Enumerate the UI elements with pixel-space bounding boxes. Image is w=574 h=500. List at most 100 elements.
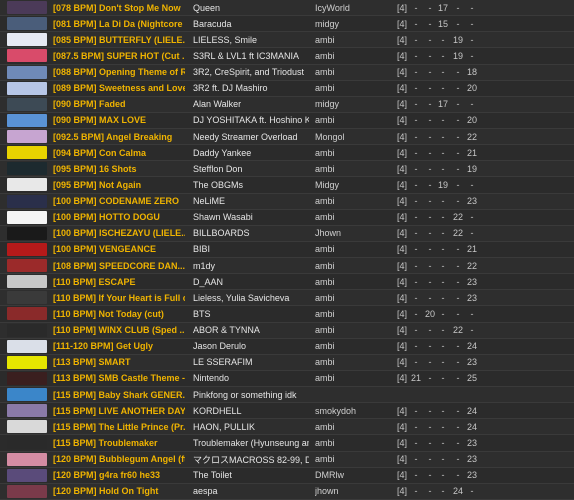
- song-title-link[interactable]: [115 BPM] LIVE ANOTHER DAY: [53, 403, 185, 418]
- song-artist: Queen: [193, 2, 221, 13]
- song-title-link[interactable]: [110 BPM] If Your Heart is Full of ...: [53, 290, 185, 305]
- difficulty-col-4: -: [456, 373, 460, 384]
- table-row[interactable]: [087.5 BPM] SUPER HOT (Cut ... S3RL & LVL…: [0, 48, 574, 65]
- difficulty-col-5: 22: [466, 131, 477, 142]
- song-title-link[interactable]: [113 BPM] SMB Castle Theme - ...: [53, 371, 185, 386]
- difficulty-col-5: -: [470, 2, 474, 13]
- song-title-link[interactable]: [078 BPM] Don't Stop Me Now: [53, 0, 185, 15]
- table-row[interactable]: [108 BPM] SPEEDCORE DAN... m1dy ambi [4] - - -…: [0, 258, 574, 275]
- table-row[interactable]: [120 BPM] g4ra fr60 he33 The Toilet DMRlw […: [0, 467, 574, 484]
- song-title-link[interactable]: [100 BPM] HOTTO DOGU: [53, 210, 185, 225]
- difficulty-col-5: -: [470, 212, 474, 223]
- difficulty-col-4: -: [456, 292, 460, 303]
- table-row[interactable]: [088 BPM] Opening Theme of R... 3R2, CreS…: [0, 64, 574, 81]
- table-row[interactable]: [115 BPM] The Little Prince (Pr... HAON, …: [0, 419, 574, 436]
- table-row[interactable]: [090 BPM] Faded Alan Walker midgy [4] - -17- -: [0, 96, 574, 113]
- difficulty-col-4: 22: [452, 325, 463, 336]
- table-row[interactable]: [085 BPM] BUTTERFLY (LIELE... LIELESS, Sm…: [0, 32, 574, 49]
- song-title-link[interactable]: [120 BPM] Hold On Tight: [53, 484, 185, 499]
- difficulty-col-2: -: [428, 18, 432, 29]
- song-title-link[interactable]: [120 BPM] g4ra fr60 he33: [53, 468, 185, 483]
- table-row[interactable]: [092.5 BPM] Angel Breaking Needy Streamer…: [0, 129, 574, 146]
- difficulty-col-4: -: [456, 357, 460, 368]
- table-row[interactable]: [094 BPM] Con Calma Daddy Yankee ambi [4] - -…: [0, 145, 574, 162]
- song-title-link[interactable]: [089 BPM] Sweetness and Love: [53, 81, 185, 96]
- keys-count: [4]: [397, 115, 407, 126]
- song-mapper: Mongol: [315, 131, 345, 142]
- song-title-link[interactable]: [110 BPM] WINX CLUB (Sped ...: [53, 323, 185, 338]
- difficulty-col-1: -: [414, 308, 418, 319]
- song-thumbnail: [7, 371, 47, 385]
- difficulty-col-5: 24: [466, 341, 477, 352]
- table-row[interactable]: [100 BPM] CODENAME ZERO NeLiME ambi [4] - - - -…: [0, 193, 574, 210]
- table-row[interactable]: [110 BPM] Not Today (cut) BTS ambi [4] -20- -…: [0, 306, 574, 323]
- table-row[interactable]: [110 BPM] ESCAPE D_AAN ambi [4] - - - -23: [0, 274, 574, 291]
- keys-count: [4]: [397, 83, 407, 94]
- song-title-link[interactable]: [100 BPM] ISCHEZAYU (LIELE...: [53, 226, 185, 241]
- table-row[interactable]: [100 BPM] ISCHEZAYU (LIELE... BILLBOARDS J…: [0, 225, 574, 242]
- keys-count: [4]: [397, 260, 407, 271]
- table-row[interactable]: [120 BPM] Bubblegum Angel (ft. ... マクロスMA…: [0, 451, 574, 468]
- table-row[interactable]: [120 BPM] Hold On Tight aespa jhown [4] - - -2…: [0, 483, 574, 500]
- song-title-link[interactable]: [087.5 BPM] SUPER HOT (Cut ...: [53, 48, 185, 63]
- table-row[interactable]: [115 BPM] LIVE ANOTHER DAY KORDHELL smokyd…: [0, 403, 574, 420]
- song-title-link[interactable]: [110 BPM] ESCAPE: [53, 274, 185, 289]
- table-row[interactable]: [113 BPM] SMART LE SSERAFIM ambi [4] - - - -23: [0, 354, 574, 371]
- song-artist: Jason Derulo: [193, 341, 247, 352]
- table-row[interactable]: [115 BPM] Troublemaker Troublemaker (Hyun…: [0, 435, 574, 452]
- difficulty-col-5: -: [470, 34, 474, 45]
- song-thumbnail: [7, 226, 47, 240]
- table-row[interactable]: [110 BPM] If Your Heart is Full of ... Li…: [0, 290, 574, 307]
- song-title-link[interactable]: [110 BPM] Not Today (cut): [53, 306, 185, 321]
- song-title-link[interactable]: [111-120 BPM] Get Ugly: [53, 339, 185, 354]
- difficulty-col-1: -: [414, 67, 418, 78]
- song-title-link[interactable]: [094 BPM] Con Calma: [53, 145, 185, 160]
- song-mapper: midgy: [315, 99, 340, 110]
- song-title-link[interactable]: [085 BPM] BUTTERFLY (LIELE...: [53, 32, 185, 47]
- song-title-link[interactable]: [115 BPM] Troublemaker: [53, 435, 185, 450]
- song-artist: m1dy: [193, 260, 216, 271]
- song-title-link[interactable]: [100 BPM] CODENAME ZERO: [53, 194, 185, 209]
- table-row[interactable]: [100 BPM] HOTTO DOGU Shawn Wasabi ambi [4] -…: [0, 209, 574, 226]
- table-row[interactable]: [113 BPM] SMB Castle Theme - ... Nintendo…: [0, 370, 574, 387]
- song-mapper: IcyWorld: [315, 2, 350, 13]
- song-title-link[interactable]: [120 BPM] Bubblegum Angel (ft. ...: [53, 452, 185, 467]
- table-row[interactable]: [090 BPM] MAX LOVE DJ YOSHITAKA ft. Hoshi…: [0, 112, 574, 129]
- table-row[interactable]: [115 BPM] Baby Shark GENER... Pinkfong or…: [0, 387, 574, 404]
- song-title-link[interactable]: [115 BPM] The Little Prince (Pr...: [53, 419, 185, 434]
- table-row[interactable]: [095 BPM] 16 Shots Stefflon Don ambi [4] - - -…: [0, 161, 574, 178]
- table-row[interactable]: [089 BPM] Sweetness and Love 3R2 ft. DJ M…: [0, 80, 574, 97]
- song-title-link[interactable]: [088 BPM] Opening Theme of R...: [53, 65, 185, 80]
- difficulty-col-2: -: [428, 454, 432, 465]
- difficulty-col-5: 23: [466, 292, 477, 303]
- song-title-link[interactable]: [090 BPM] MAX LOVE: [53, 113, 185, 128]
- difficulty-col-5: 24: [466, 405, 477, 416]
- song-title-link[interactable]: [095 BPM] Not Again: [53, 177, 185, 192]
- table-row[interactable]: [078 BPM] Don't Stop Me Now Queen IcyWorld…: [0, 0, 574, 17]
- table-row[interactable]: [110 BPM] WINX CLUB (Sped ... ABOR & TYNN…: [0, 322, 574, 339]
- song-thumbnail: [7, 307, 47, 321]
- song-artist: The Toilet: [193, 470, 232, 481]
- song-title-link[interactable]: [108 BPM] SPEEDCORE DAN...: [53, 258, 185, 273]
- difficulty-col-1: -: [414, 228, 418, 239]
- song-artist: BIBI: [193, 244, 211, 255]
- song-mapper: ambi: [315, 325, 335, 336]
- song-title-link[interactable]: [081 BPM] La Di Da (Nightcore & ...: [53, 16, 185, 31]
- keys-count: [4]: [397, 373, 407, 384]
- song-title-link[interactable]: [115 BPM] Baby Shark GENER...: [53, 387, 185, 402]
- table-row[interactable]: [095 BPM] Not Again The OBGMs Midgy [4] - -19…: [0, 177, 574, 194]
- song-title-link[interactable]: [113 BPM] SMART: [53, 355, 185, 370]
- song-mapper: ambi: [315, 276, 335, 287]
- song-title-link[interactable]: [090 BPM] Faded: [53, 97, 185, 112]
- table-row[interactable]: [111-120 BPM] Get Ugly Jason Derulo ambi [4…: [0, 338, 574, 355]
- song-thumbnail: [7, 291, 47, 305]
- song-title-link[interactable]: [092.5 BPM] Angel Breaking: [53, 129, 185, 144]
- song-title-link[interactable]: [095 BPM] 16 Shots: [53, 161, 185, 176]
- song-artist: Pinkfong or something idk: [193, 389, 297, 400]
- table-row[interactable]: [081 BPM] La Di Da (Nightcore & ... Barac…: [0, 16, 574, 33]
- table-row[interactable]: [100 BPM] VENGEANCE BIBI ambi [4] - - - -21: [0, 241, 574, 258]
- song-thumbnail: [7, 484, 47, 498]
- song-title-link[interactable]: [100 BPM] VENGEANCE: [53, 242, 185, 257]
- difficulty-col-5: 24: [466, 421, 477, 432]
- difficulty-col-3: -: [441, 260, 445, 271]
